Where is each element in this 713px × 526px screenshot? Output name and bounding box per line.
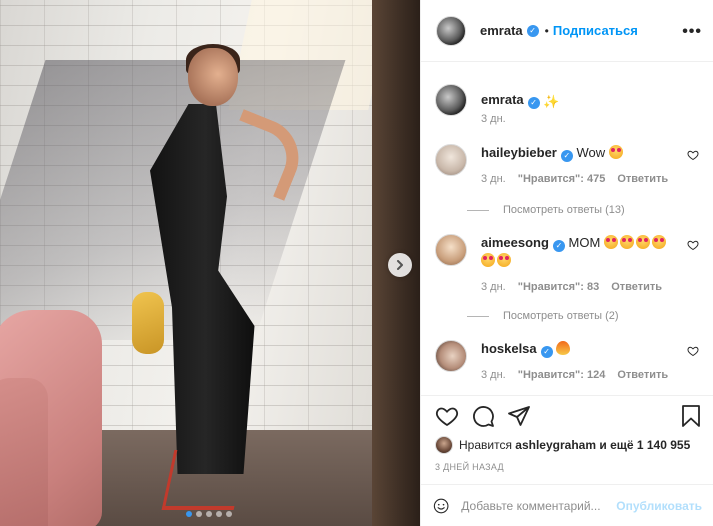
woman-head: [188, 48, 238, 106]
heart-eyes-emoji-icon: [608, 145, 623, 159]
comment-text: Wow: [576, 145, 606, 160]
caption-time: 3 дн.: [481, 113, 506, 125]
slide-dot[interactable]: [196, 511, 202, 517]
add-comment-bar: Опубликовать: [421, 484, 713, 526]
slide-dot[interactable]: [206, 511, 212, 517]
red-sandals: [161, 450, 247, 510]
chevron-right-icon: [397, 260, 403, 270]
commenter-avatar[interactable]: [435, 234, 467, 266]
commenter-avatar[interactable]: [435, 144, 467, 176]
post-time-ago[interactable]: 3 ДНЕЙ НАЗАД: [435, 462, 504, 472]
heart-eyes-emoji-icon: [497, 253, 511, 267]
comment-text: MOM: [568, 235, 601, 250]
heart-eyes-emoji-icon: [651, 235, 666, 249]
replies-divider: [467, 315, 489, 317]
comment-input[interactable]: [461, 498, 617, 513]
slide-indicator: [186, 511, 232, 517]
heart-eyes-emoji-icon: [619, 235, 634, 249]
author-avatar[interactable]: [436, 15, 466, 46]
smiley-icon[interactable]: [433, 495, 449, 517]
next-slide-button[interactable]: [388, 253, 412, 277]
heart-eyes-emoji-icon: [603, 235, 618, 249]
slide-dot[interactable]: [216, 511, 222, 517]
slide-dot[interactable]: [226, 511, 232, 517]
fire-emoji-icon: [556, 341, 571, 355]
follow-button[interactable]: Подписаться: [553, 23, 638, 38]
view-replies-label: Посмотреть ответы (2): [503, 310, 619, 322]
likes-count[interactable]: и ещё 1 140 955: [599, 438, 690, 452]
more-options-button[interactable]: •••: [682, 23, 702, 41]
comment-heart-icon[interactable]: [687, 149, 699, 161]
publish-button[interactable]: Опубликовать: [616, 499, 702, 513]
replies-divider: [467, 209, 489, 211]
post-photo[interactable]: [0, 0, 420, 526]
comments-list[interactable]: emrata ✓ ✨ 3 дн. haileybieber ✓ Wow 3 дн. …: [421, 62, 713, 395]
reply-button[interactable]: Ответить: [611, 278, 662, 296]
verified-badge-icon: ✓: [526, 24, 539, 37]
reply-button[interactable]: Ответить: [617, 170, 668, 188]
heart-eyes-emoji-icon: [481, 253, 495, 267]
comment-username[interactable]: aimeesong: [481, 235, 549, 250]
comment-time: 3 дн.: [481, 281, 506, 293]
view-replies-label: Посмотреть ответы (13): [503, 204, 625, 216]
sparkles-icon: ✨: [543, 94, 560, 109]
verified-badge-icon: ✓: [552, 240, 565, 252]
pink-armchair-arm: [0, 378, 48, 526]
commenter-avatar[interactable]: [435, 340, 467, 372]
liker-username[interactable]: ashleygraham: [515, 438, 596, 452]
post-header: emrata ✓ • Подписаться •••: [421, 0, 713, 62]
comment-username[interactable]: haileybieber: [481, 145, 557, 160]
comment-username[interactable]: hoskelsa: [481, 341, 537, 356]
view-replies-button[interactable]: Посмотреть ответы (13): [467, 204, 625, 216]
yellow-handbag: [132, 292, 164, 354]
view-replies-button[interactable]: Посмотреть ответы (2): [467, 310, 619, 322]
slide-dot[interactable]: [186, 511, 192, 517]
comment-like-count[interactable]: "Нравится": 124: [518, 366, 606, 384]
verified-badge-icon: ✓: [560, 150, 573, 162]
reply-button[interactable]: Ответить: [617, 366, 668, 384]
comment-time: 3 дн.: [481, 173, 506, 185]
comment-like-count[interactable]: "Нравится": 475: [518, 170, 606, 188]
likes-summary: Нравится ashleygraham и ещё 1 140 955: [435, 436, 690, 454]
verified-badge-icon: ✓: [540, 346, 553, 358]
follow-separator: •: [544, 23, 549, 38]
heart-icon[interactable]: [435, 404, 459, 428]
likes-prefix: Нравится: [459, 438, 512, 452]
comment-heart-icon[interactable]: [687, 345, 699, 357]
author-username[interactable]: emrata: [480, 23, 523, 38]
bookmark-icon[interactable]: [679, 404, 703, 428]
comment-time: 3 дн.: [481, 369, 506, 381]
caption-author-avatar[interactable]: [435, 84, 467, 116]
verified-badge-icon: ✓: [527, 97, 540, 109]
paper-plane-icon[interactable]: [507, 404, 531, 428]
comment-icon[interactable]: [471, 404, 495, 428]
comment-like-count[interactable]: "Нравится": 83: [518, 278, 599, 296]
liker-avatar[interactable]: [435, 436, 453, 454]
comment-heart-icon[interactable]: [687, 239, 699, 251]
heart-eyes-emoji-icon: [635, 235, 650, 249]
post-caption: emrata ✓ ✨: [435, 84, 561, 116]
post-side-panel: emrata ✓ • Подписаться ••• emrata ✓ ✨ 3 д…: [420, 0, 713, 526]
caption-author-username[interactable]: emrata: [481, 92, 524, 107]
